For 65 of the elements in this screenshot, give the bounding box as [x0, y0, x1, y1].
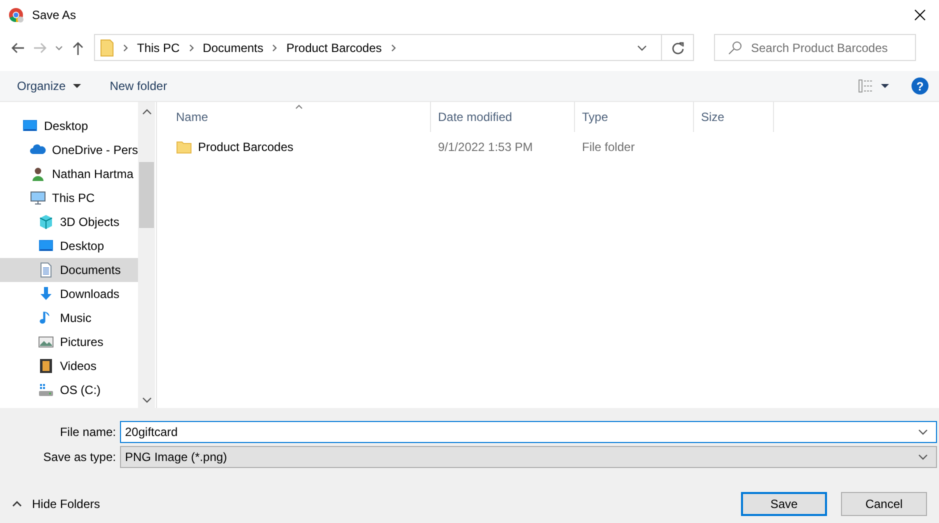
cancel-button[interactable]: Cancel — [841, 492, 927, 516]
app-icon — [8, 7, 24, 23]
file-type: File folder — [581, 139, 636, 156]
picture-icon — [38, 334, 54, 350]
caret-icon — [880, 81, 890, 91]
scroll-thumb[interactable] — [139, 162, 154, 228]
column-header[interactable]: Size — [694, 102, 774, 132]
file-name: Product Barcodes — [198, 140, 294, 154]
chevron-icon — [121, 42, 130, 54]
folder-tree-item[interactable]: Videos — [0, 354, 138, 378]
drive-icon — [38, 382, 54, 398]
folder-tree-item[interactable]: Downloads — [0, 282, 138, 306]
chevron-icon — [388, 42, 398, 54]
window-title: Save As — [32, 8, 76, 22]
monitor-icon — [22, 118, 38, 134]
folder-tree-item[interactable]: OS (C:) — [0, 378, 138, 402]
address-bar[interactable]: This PC Documents Product Barcodes — [94, 34, 662, 61]
save-button[interactable]: Save — [741, 492, 827, 516]
search-field[interactable]: Search Product Barcodes — [714, 34, 916, 61]
folder-icon — [100, 38, 114, 56]
field-label: File name: — [58, 425, 117, 439]
caret-icon — [72, 81, 82, 91]
column-header[interactable]: Date modified — [431, 102, 575, 132]
folder-tree-item[interactable]: This PC — [0, 186, 138, 210]
chevron-icon — [270, 42, 280, 54]
file-type-dropdown[interactable]: PNG Image (*.png) — [120, 446, 937, 468]
folder-icon — [176, 140, 192, 154]
sort-caret-icon — [295, 104, 303, 109]
breadcrumb[interactable]: Documents — [202, 40, 264, 54]
folder-tree-item[interactable]: Music — [0, 306, 138, 330]
chevron-icon — [186, 42, 196, 54]
column-header[interactable]: Type — [575, 102, 694, 132]
close-icon[interactable] — [913, 8, 927, 22]
person-icon — [30, 166, 46, 182]
scroll-down-icon — [142, 396, 152, 404]
details-view-icon — [858, 79, 874, 93]
new-folder-button[interactable]: New folder — [102, 76, 174, 96]
folder-tree-item[interactable]: Documents — [0, 258, 138, 282]
down-arrow-icon — [38, 286, 54, 302]
search-input[interactable]: Search Product Barcodes — [751, 35, 915, 60]
column-header[interactable]: Name — [169, 102, 431, 132]
file-row[interactable]: Product Barcodes 9/1/2022 1:53 PM File folder — [169, 136, 939, 158]
hide-folders-button[interactable]: Hide Folders — [10, 493, 102, 515]
organize-menu-button[interactable]: Organize — [10, 76, 89, 96]
film-icon — [38, 358, 54, 374]
field-label: Save as type: — [42, 450, 117, 464]
breadcrumb[interactable]: This PC — [137, 40, 180, 54]
folder-tree-item[interactable]: OneDrive - Pers — [0, 138, 138, 162]
date-modified: 9/1/2022 1:53 PM — [437, 139, 534, 156]
scroll-up-icon — [142, 108, 152, 116]
document-icon — [38, 262, 54, 278]
monitor-icon — [38, 238, 54, 254]
folder-tree-item[interactable]: 3D Objects — [0, 210, 138, 234]
folder-tree-item[interactable]: Desktop — [0, 234, 138, 258]
folder-tree-item[interactable]: Nathan Hartma — [0, 162, 138, 186]
folder-tree-item[interactable]: Desktop — [0, 114, 138, 138]
search-icon — [727, 40, 743, 56]
breadcrumb[interactable]: Product Barcodes — [286, 40, 382, 54]
scrollbar[interactable] — [138, 102, 155, 408]
computer-icon — [30, 190, 46, 206]
folder-tree-item[interactable]: Pictures — [0, 330, 138, 354]
cube-icon — [38, 214, 54, 230]
help-icon[interactable]: ? — [911, 77, 929, 95]
caret-up-icon — [12, 500, 22, 508]
refresh-icon[interactable] — [670, 40, 684, 54]
